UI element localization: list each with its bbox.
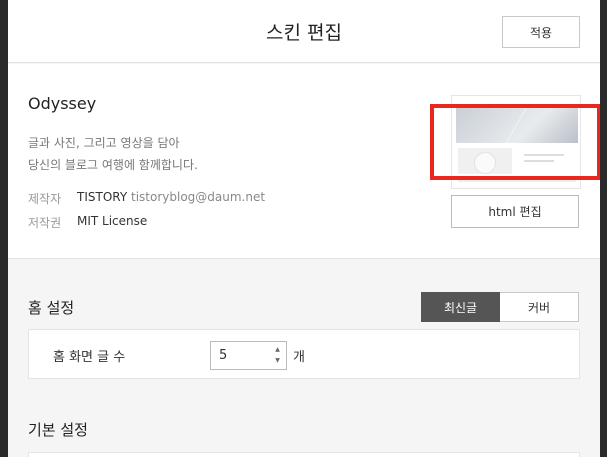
decrement-icon[interactable]: ▼ [275, 357, 280, 365]
description-line: 당신의 블로그 여행에 함께합니다. [28, 158, 198, 172]
post-count-unit: 개 [293, 350, 305, 365]
cover-option[interactable]: 커버 [500, 292, 579, 322]
latest-posts-option[interactable]: 최신글 [421, 292, 500, 322]
html-edit-button[interactable]: html 편집 [451, 195, 579, 228]
skin-description: 글과 사진, 그리고 영상을 담아 당신의 블로그 여행에 함께합니다. [28, 132, 328, 176]
header: 스킨 편집 적용 [8, 0, 600, 63]
home-mode-toggle: 최신글 커버 [421, 292, 579, 322]
skin-preview-thumbnail [451, 95, 581, 189]
license-value: MIT License [77, 214, 148, 228]
author-row: 제작자 TISTORY tistoryblog@daum.net [28, 190, 265, 207]
skin-edit-panel: 스킨 편집 적용 Odyssey 글과 사진, 그리고 영상을 담아 당신의 블… [8, 0, 600, 457]
increment-icon[interactable]: ▲ [275, 346, 280, 354]
basic-settings-title: 기본 설정 [28, 421, 88, 439]
description-line: 글과 사진, 그리고 영상을 담아 [28, 136, 180, 150]
author-value: TISTORY tistoryblog@daum.net [77, 190, 265, 207]
author-label: 제작자 [28, 192, 62, 206]
author-email: tistoryblog@daum.net [131, 190, 266, 204]
post-count-setting: 홈 화면 글 수 5 ▲ ▼ 개 [28, 329, 580, 379]
apply-button[interactable]: 적용 [502, 16, 580, 48]
skin-name: Odyssey [28, 94, 97, 113]
license-label: 저작권 [28, 216, 62, 230]
post-count-label: 홈 화면 글 수 [53, 350, 126, 365]
basic-settings-box [28, 452, 580, 457]
home-settings-title: 홈 설정 [28, 299, 75, 317]
author-name: TISTORY [77, 190, 128, 204]
license-row: 저작권 MIT License [28, 214, 147, 231]
post-count-value: 5 [219, 348, 228, 363]
number-stepper[interactable]: ▲ ▼ [272, 346, 283, 365]
skin-info-section: Odyssey 글과 사진, 그리고 영상을 담아 당신의 블로그 여행에 함께… [8, 64, 600, 259]
post-count-input[interactable]: 5 ▲ ▼ [210, 341, 287, 370]
